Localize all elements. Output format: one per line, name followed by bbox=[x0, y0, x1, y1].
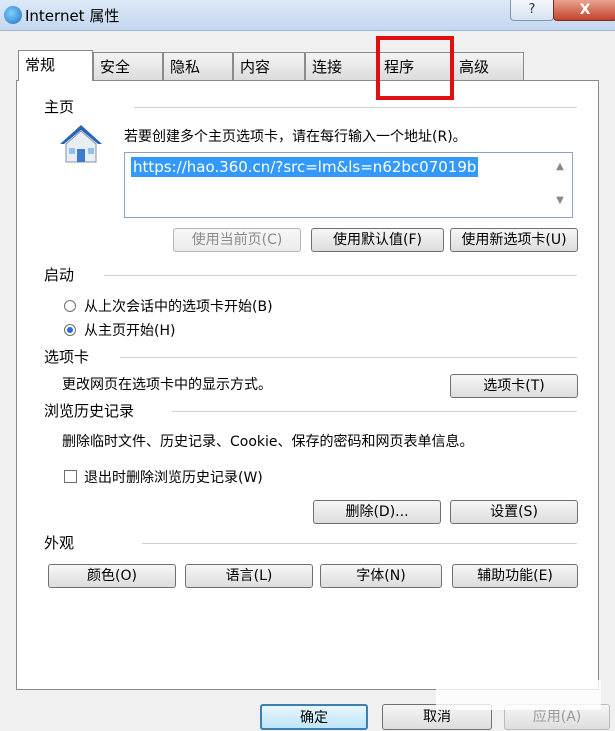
use-default-button[interactable]: 使用默认值(F) bbox=[311, 228, 444, 252]
tabs-section-label: 选项卡 bbox=[44, 348, 90, 366]
use-new-tab-button[interactable]: 使用新选项卡(U) bbox=[450, 228, 578, 252]
history-section-divider bbox=[172, 411, 577, 412]
window-title: Internet 属性 bbox=[25, 7, 120, 25]
appearance-section-divider bbox=[142, 543, 577, 544]
home-instruction-text: 若要创建多个主页选项卡，请在每行输入一个地址(R)。 bbox=[124, 129, 467, 145]
watermark-overlay bbox=[436, 680, 601, 710]
history-description: 删除临时文件、历史记录、Cookie、保存的密码和网页表单信息。 bbox=[62, 434, 474, 450]
tab-connections[interactable]: 连接 bbox=[305, 52, 377, 80]
tab-general[interactable]: 常规 bbox=[18, 50, 93, 81]
programs-tab-highlight-box bbox=[376, 36, 454, 100]
history-section-label: 浏览历史记录 bbox=[44, 402, 135, 420]
home-page-urls-textarea[interactable]: https://hao.360.cn/?src=lm&ls=n62bc07019… bbox=[124, 152, 573, 218]
radio-home-page[interactable] bbox=[64, 324, 76, 336]
tab-privacy[interactable]: 隐私 bbox=[163, 52, 233, 80]
fonts-button[interactable]: 字体(N) bbox=[320, 564, 442, 588]
use-current-button[interactable]: 使用当前页(C) bbox=[173, 228, 301, 252]
home-section-label: 主页 bbox=[44, 98, 75, 116]
startup-section-label: 启动 bbox=[44, 266, 75, 284]
tab-security[interactable]: 安全 bbox=[93, 52, 163, 80]
home-section-divider bbox=[134, 107, 577, 108]
appearance-section-label: 外观 bbox=[44, 534, 75, 552]
house-icon bbox=[60, 125, 102, 163]
home-url-value: https://hao.360.cn/?src=lm&ls=n62bc07019… bbox=[131, 157, 479, 177]
tabs-description: 更改网页在选项卡中的显示方式。 bbox=[62, 377, 272, 393]
startup-section-divider bbox=[104, 275, 577, 276]
title-bar: Internet 属性 ? X bbox=[0, 0, 615, 31]
delete-on-exit-label: 退出时删除浏览历史记录(W) bbox=[84, 470, 263, 486]
ok-button[interactable]: 确定 bbox=[260, 704, 368, 730]
tab-content[interactable]: 内容 bbox=[233, 52, 305, 80]
colors-button[interactable]: 颜色(O) bbox=[48, 564, 176, 588]
ie-globe-icon bbox=[4, 6, 22, 24]
tabs-section-divider bbox=[120, 357, 577, 358]
history-settings-button[interactable]: 设置(S) bbox=[450, 500, 578, 524]
radio-last-session-label: 从上次会话中的选项卡开始(B) bbox=[84, 299, 273, 315]
tabs-settings-button[interactable]: 选项卡(T) bbox=[450, 374, 578, 398]
close-button[interactable]: X bbox=[553, 0, 615, 21]
radio-last-session[interactable] bbox=[64, 300, 76, 312]
accessibility-button[interactable]: 辅助功能(E) bbox=[452, 564, 578, 588]
scroll-down-arrow-icon[interactable]: ▼ bbox=[554, 195, 566, 206]
scroll-up-arrow-icon[interactable]: ▲ bbox=[554, 161, 566, 172]
help-button[interactable]: ? bbox=[510, 0, 554, 21]
languages-button[interactable]: 语言(L) bbox=[185, 564, 313, 588]
tab-advanced[interactable]: 高级 bbox=[452, 52, 524, 80]
radio-home-page-label: 从主页开始(H) bbox=[84, 323, 176, 339]
delete-on-exit-checkbox[interactable] bbox=[64, 470, 77, 483]
delete-history-button[interactable]: 删除(D)... bbox=[313, 500, 441, 524]
